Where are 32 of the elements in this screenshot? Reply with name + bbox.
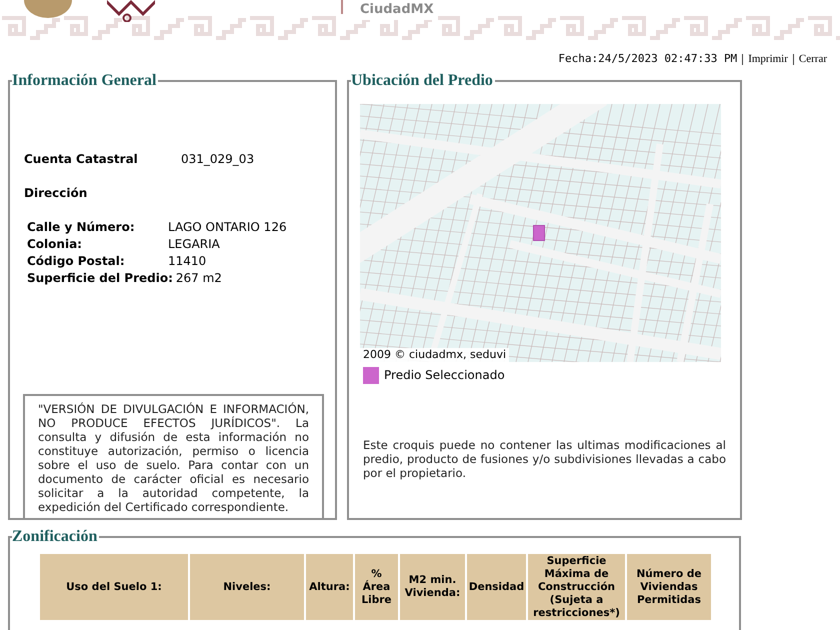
- field-value: 267 m2: [176, 270, 222, 287]
- section-title: Información General: [12, 72, 158, 90]
- column-header: Densidad: [467, 554, 526, 620]
- section-heading: Dirección: [24, 185, 88, 202]
- column-header: Altura:: [306, 554, 353, 620]
- legend-label: Predio Seleccionado: [384, 367, 505, 384]
- field-label: Código Postal:: [27, 253, 126, 270]
- column-header: Uso del Suelo 1:: [40, 554, 188, 620]
- column-header: Superficie Máxima de Construcción (Sujeta a restricciones*): [528, 554, 625, 620]
- field-value: LEGARIA: [168, 236, 220, 253]
- field-label: Calle y Número:: [27, 219, 136, 236]
- column-header: % Área Libre: [355, 554, 398, 620]
- legend-swatch: [363, 366, 379, 384]
- header-link[interactable]: Imprimir: [748, 50, 788, 68]
- field-value: LAGO ONTARIO 126: [168, 219, 287, 236]
- field-label: Colonia:: [27, 236, 83, 253]
- map-credit: 2009 © ciudadmx, seduvi: [360, 348, 510, 362]
- map-note: Este croquis puede no contener las ultimas modificaciones al predio, producto de fusiones y/o subdivisiones llevadas a cabo por el propietario.: [363, 438, 726, 480]
- field-label: Cuenta Catastral: [24, 151, 139, 168]
- column-header: M2 min. Vivienda:: [400, 554, 465, 620]
- header-link[interactable]: Cerrar: [798, 50, 827, 68]
- column-header: Número de Viviendas Permitidas: [627, 554, 711, 620]
- section-title: Ubicación del Predio: [351, 72, 494, 90]
- field-value: 11410: [168, 253, 206, 270]
- date-text: Fecha:24/5/2023 02:47:33 PM: [558, 50, 738, 67]
- section-title: Zonificación: [12, 528, 98, 546]
- selected-parcel-marker: [533, 225, 545, 241]
- field-value: 031_029_03: [181, 151, 254, 168]
- column-header: Niveles:: [190, 554, 304, 620]
- disclaimer-text: "VERSIÓN DE DIVULGACIÓN E INFORMACIÓN, NO PRODUCE EFECTOS JURÍDICOS". La consulta y difusión de esta información no constituye autorización, permiso o licencia sobre el uso de suelo. Para contar con un documento de carácter oficial es necesario solicitar a la autoridad competente, la expedición del Certificado correspondiente.: [23, 394, 324, 520]
- field-label: Superficie del Predio:: [27, 270, 174, 287]
- emblem-icon: [22, 0, 74, 18]
